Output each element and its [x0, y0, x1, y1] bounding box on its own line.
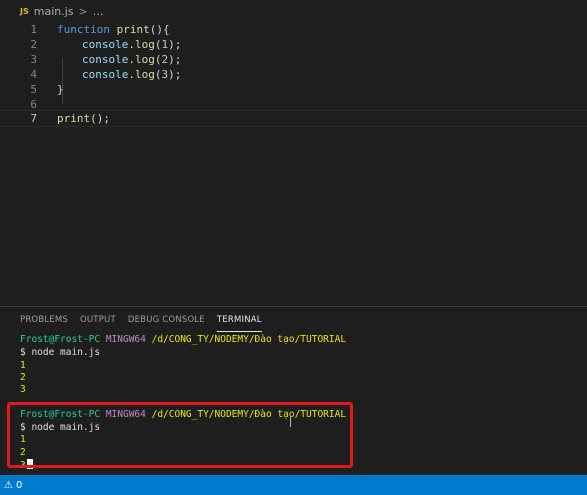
code-token: print	[116, 23, 150, 36]
panel-tabs: PROBLEMS OUTPUT DEBUG CONSOLE TERMINAL	[20, 315, 274, 332]
status-bar: ⚠ 0	[0, 475, 587, 495]
code-text: function print(){	[57, 22, 170, 37]
code-token: console	[82, 53, 129, 66]
code-token: .	[128, 38, 135, 51]
line-number: 1	[30, 23, 37, 36]
code-line: 3 console.log(2);	[0, 52, 587, 67]
terminal-output: 3	[20, 384, 26, 395]
chevron-right-icon: >	[78, 4, 88, 18]
code-token: log	[134, 38, 155, 51]
terminal-path: /d/CONG_TY/NODEMY/Đào tạo/TUTORIAL	[151, 334, 347, 345]
code-token: function	[57, 23, 110, 36]
breadcrumb-more[interactable]: ...	[93, 5, 104, 18]
javascript-file-icon: JS	[20, 6, 29, 16]
line-number: 2	[30, 38, 37, 51]
line-number: 5	[30, 83, 37, 96]
terminal-shell: MINGW64	[105, 334, 146, 345]
tab-debug-console[interactable]: DEBUG CONSOLE	[128, 315, 205, 331]
breadcrumb: JS main.js > ...	[0, 0, 587, 22]
terminal-output: 2	[20, 372, 26, 383]
line-number: 4	[30, 68, 37, 81]
warnings-count[interactable]: 0	[16, 480, 22, 491]
terminal-prompt: $	[20, 347, 32, 358]
code-line: 2 console.log(1);	[0, 37, 587, 52]
code-line: 1 function print(){	[0, 22, 587, 37]
code-token: console	[82, 38, 129, 51]
tab-terminal[interactable]: TERMINAL	[216, 315, 262, 332]
terminal-command-line: $ node main.js	[20, 347, 100, 360]
code-line-current: 7 print();	[0, 110, 587, 127]
code-line: 5 }	[0, 82, 587, 97]
tab-problems[interactable]: PROBLEMS	[20, 315, 68, 331]
line-number: 7	[30, 112, 37, 125]
tab-output[interactable]: OUTPUT	[80, 315, 116, 331]
terminal-prompt-line: Frost@Frost-PC MINGW64 /d/CONG_TY/NODEMY…	[20, 334, 346, 347]
code-token: .	[128, 53, 135, 66]
code-token: console	[82, 68, 129, 81]
code-token: );	[168, 68, 182, 81]
code-token: );	[168, 38, 182, 51]
code-text: console.log(1);	[82, 37, 181, 52]
code-text: print();	[57, 111, 110, 126]
terminal-output: 1	[20, 360, 26, 371]
code-text: console.log(3);	[82, 67, 181, 82]
terminal-command: node main.js	[31, 347, 101, 358]
code-token: }	[57, 83, 64, 96]
code-token: (){	[149, 23, 170, 36]
code-token: log	[134, 53, 155, 66]
code-line: 4 console.log(3);	[0, 67, 587, 82]
code-editor[interactable]: 1 function print(){ 2 console.log(1); 3 …	[0, 22, 587, 302]
code-text: console.log(2);	[82, 52, 181, 67]
code-token: print	[57, 112, 91, 125]
code-text: }	[57, 82, 64, 97]
code-token: .	[128, 68, 135, 81]
breadcrumb-file[interactable]: main.js	[34, 5, 74, 18]
line-number: 3	[30, 53, 37, 66]
code-token: );	[168, 53, 182, 66]
code-token: ();	[90, 112, 110, 125]
highlight-annotation	[7, 402, 353, 468]
warning-icon[interactable]: ⚠	[4, 480, 13, 491]
terminal-user-host: Frost@Frost-PC	[20, 334, 101, 345]
code-token: log	[134, 68, 155, 81]
